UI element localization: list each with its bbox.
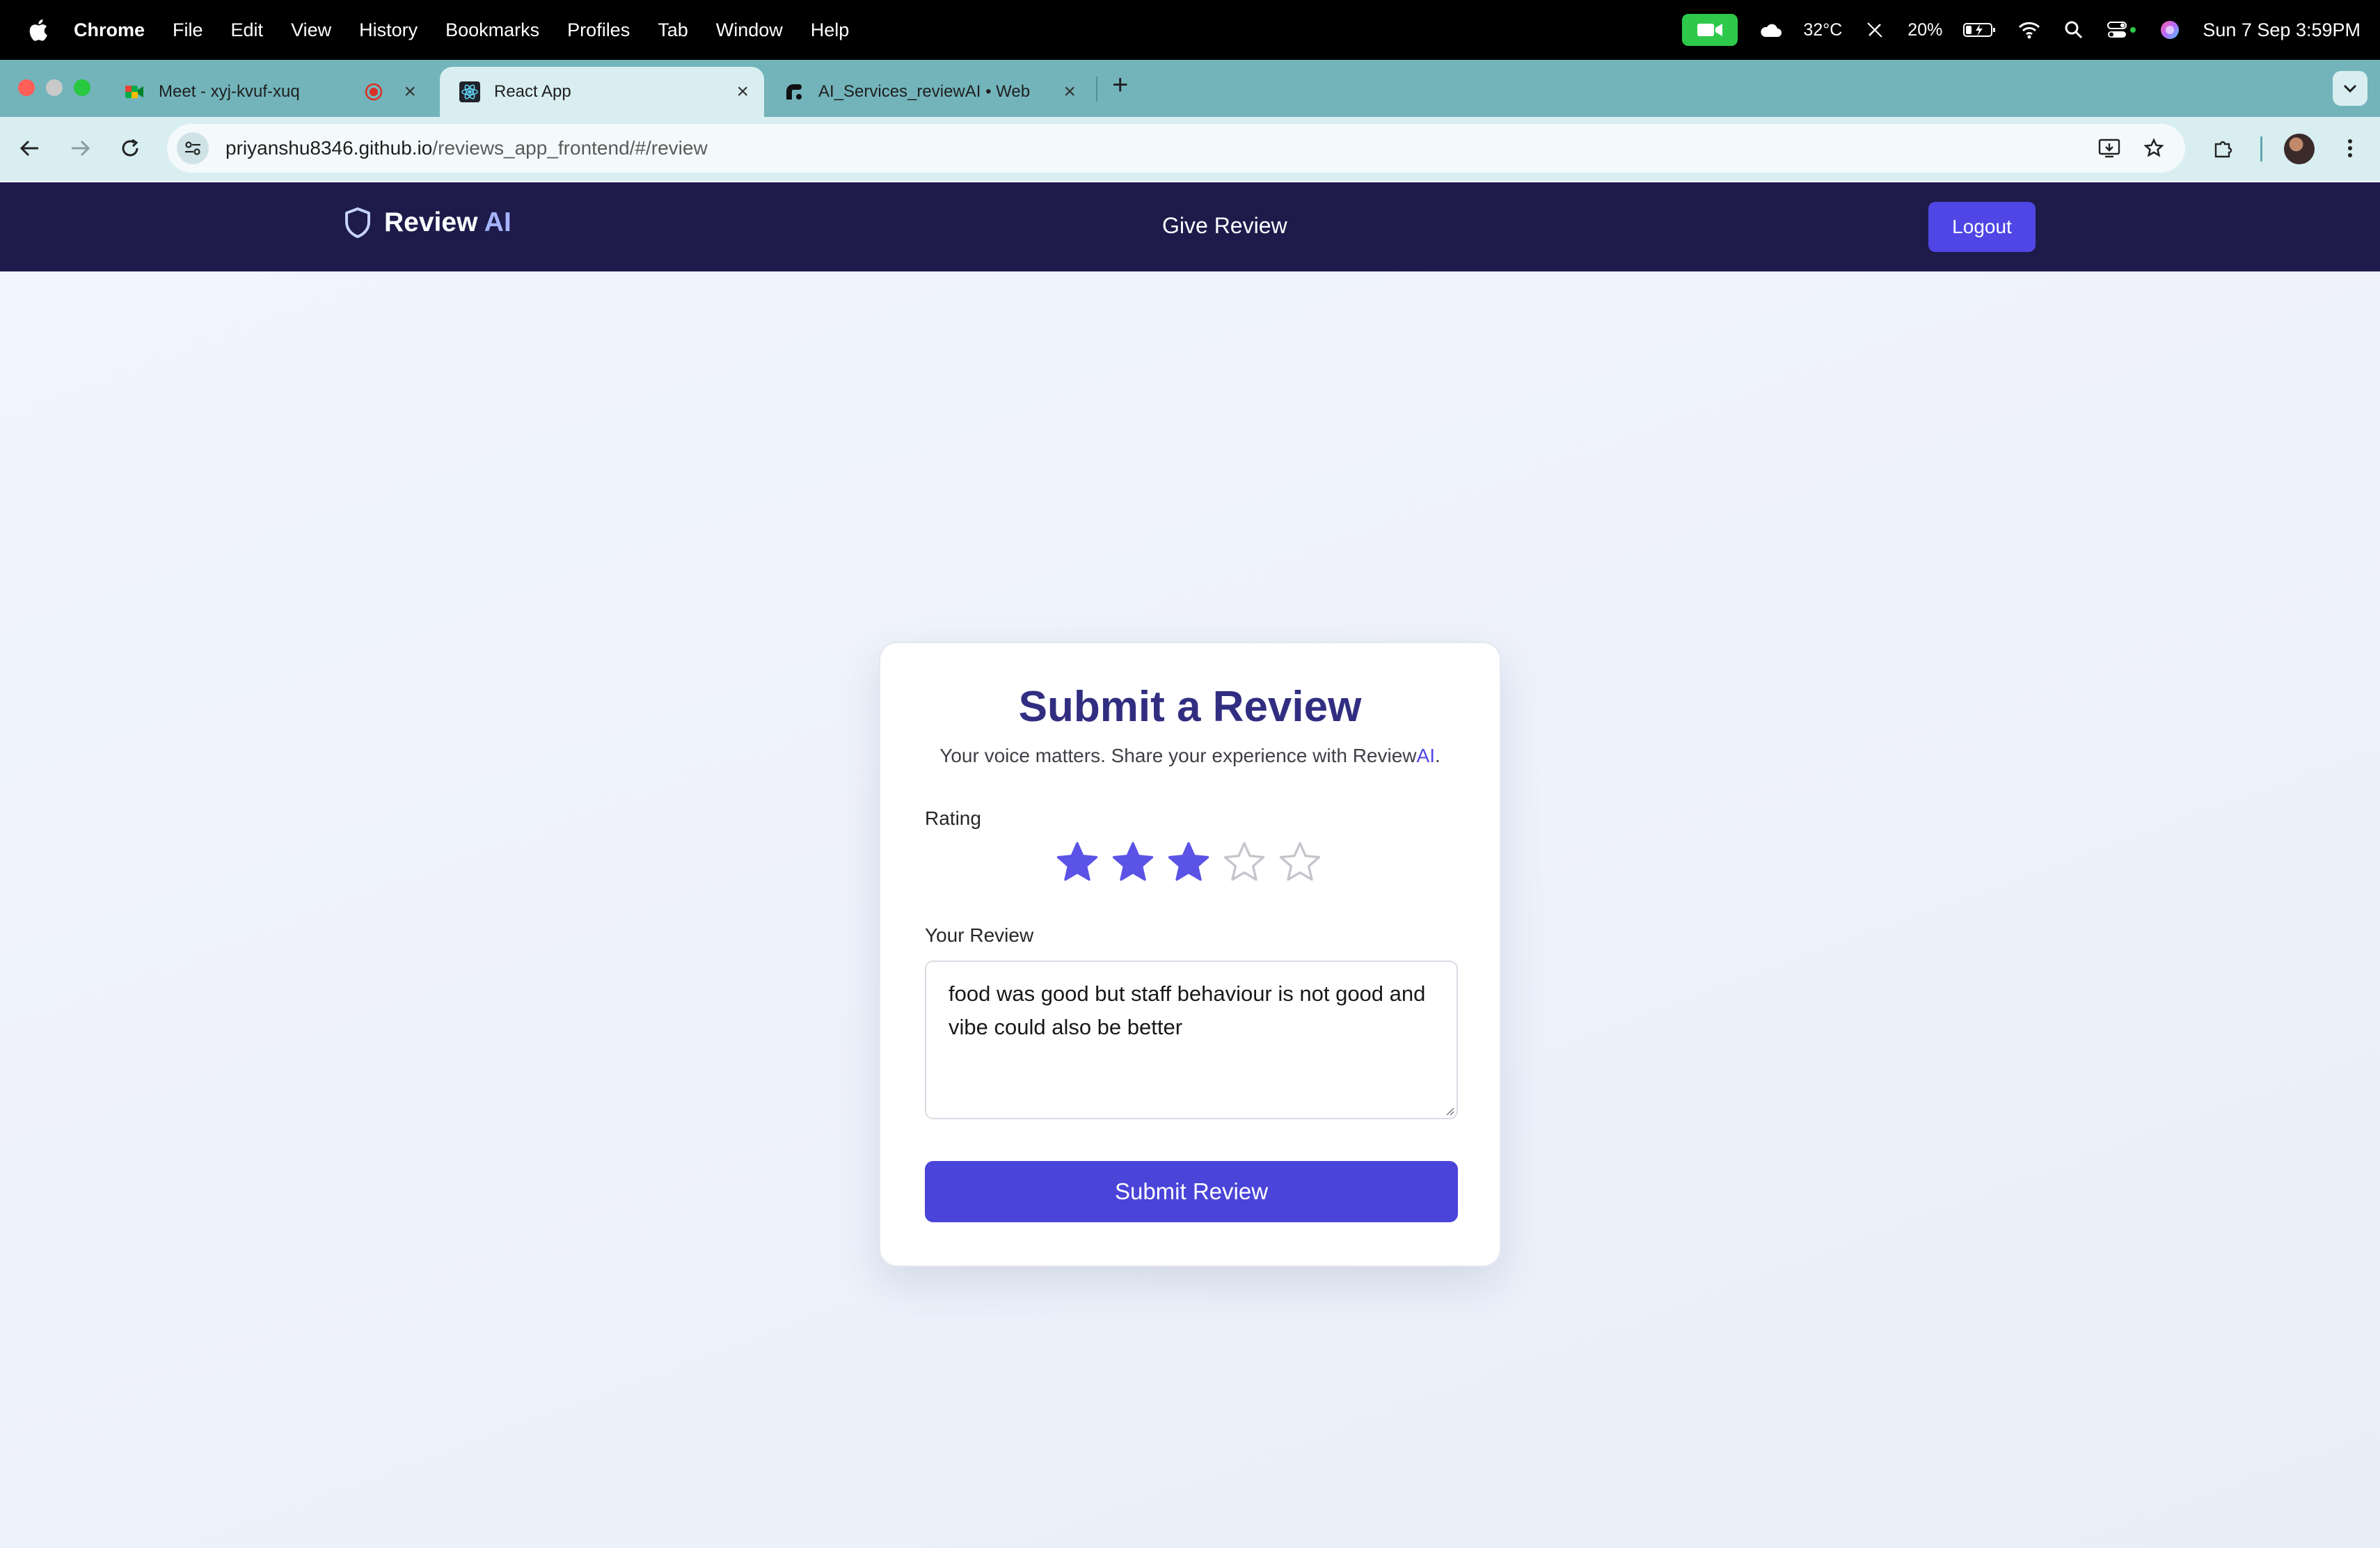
battery-charging-icon[interactable] (1963, 18, 1997, 42)
close-tab-icon[interactable]: × (404, 80, 416, 104)
window-zoom-button[interactable] (74, 79, 90, 96)
form-subtitle: Your voice matters. Share your experienc… (880, 745, 1500, 767)
menu-profiles[interactable]: Profiles (567, 19, 630, 41)
tab-react-app[interactable]: React App × (440, 67, 764, 117)
toolbar-divider (2260, 136, 2262, 161)
tab-title: AI_Services_reviewAI • Web (818, 82, 1031, 101)
subtitle-text: Your voice matters. Share your experienc… (939, 745, 1417, 766)
tab-meet[interactable]: Meet - xyj-kvuf-xuq × (104, 67, 431, 117)
resize-handle-icon[interactable] (1444, 1105, 1455, 1116)
reload-icon (122, 139, 138, 157)
macos-menu-bar: Chrome File Edit View History Bookmarks … (0, 0, 2380, 60)
recording-indicator-icon (365, 83, 383, 101)
submit-review-button[interactable]: Submit Review (925, 1161, 1458, 1222)
close-tab-icon[interactable]: × (736, 80, 749, 104)
tab-search-button[interactable] (2333, 71, 2367, 106)
menu-edit[interactable]: Edit (231, 19, 264, 41)
brand-ai-text: AI (484, 207, 511, 237)
url-path: /reviews_app_frontend/#/review (432, 137, 708, 159)
window-minimize-button[interactable] (46, 79, 63, 96)
wifi-icon[interactable] (2017, 18, 2041, 42)
spotlight-search-icon[interactable] (2062, 18, 2086, 42)
back-button[interactable] (14, 132, 46, 164)
react-icon (459, 81, 480, 102)
menu-history[interactable]: History (359, 19, 418, 41)
menu-tab[interactable]: Tab (658, 19, 688, 41)
brand-name: Review AI (384, 207, 511, 238)
tab-render-service[interactable]: AI_Services_reviewAI • Web × (764, 67, 1091, 117)
star-filled-icon[interactable] (1166, 839, 1212, 885)
extensions-button[interactable] (2207, 132, 2239, 164)
tab-title: React App (494, 82, 571, 101)
star-empty-icon[interactable] (1277, 839, 1323, 885)
menu-file[interactable]: File (173, 19, 203, 41)
url-host: priyanshu8346.github.io (225, 137, 433, 159)
clock[interactable]: Sun 7 Sep 3:59PM (2203, 19, 2361, 41)
window-close-button[interactable] (18, 79, 35, 96)
form-title: Submit a Review (1018, 683, 1362, 731)
star-outline-icon (2143, 138, 2164, 157)
control-center-icon[interactable] (2107, 18, 2137, 42)
address-bar[interactable]: priyanshu8346.github.io/reviews_app_fron… (167, 124, 2185, 173)
star-filled-icon[interactable] (1054, 839, 1100, 885)
weather-cloud-icon[interactable] (1759, 18, 1782, 42)
star-filled-icon[interactable] (1110, 839, 1156, 885)
apple-logo-icon[interactable] (26, 17, 49, 42)
bookmark-button[interactable] (2138, 132, 2170, 164)
siri-icon[interactable] (2158, 18, 2182, 42)
weather-temp: 32°C (1803, 19, 1843, 40)
close-tab-icon[interactable]: × (1063, 80, 1076, 104)
battery-percent: 20% (1907, 19, 1943, 40)
render-icon (786, 84, 802, 100)
chrome-menu-button[interactable] (2334, 132, 2366, 164)
arrow-right-icon (72, 140, 90, 157)
meet-icon (125, 86, 143, 98)
tab-title: Meet - xyj-kvuf-xuq (159, 82, 300, 101)
status-area: 32°C 20% Sun 7 Sep 3:59PM (1682, 0, 2361, 60)
chevron-down-icon (2343, 84, 2357, 93)
menu-view[interactable]: View (291, 19, 331, 41)
pen-slash-icon[interactable] (1863, 18, 1887, 42)
profile-avatar[interactable] (2284, 134, 2315, 164)
arrow-left-icon (19, 140, 38, 157)
install-icon (2098, 139, 2120, 158)
puzzle-icon (2214, 141, 2232, 158)
star-rating[interactable] (1054, 839, 1323, 885)
brand-name-text: Review (384, 207, 478, 237)
star-empty-icon[interactable] (1221, 839, 1267, 885)
url-text[interactable]: priyanshu8346.github.io/reviews_app_fron… (225, 137, 708, 159)
brand-logo[interactable]: Review AI (344, 207, 511, 239)
nav-give-review-link[interactable]: Give Review (1162, 213, 1287, 239)
logout-button[interactable]: Logout (1928, 202, 2036, 252)
camera-in-use-icon[interactable] (1682, 14, 1738, 46)
menu-window[interactable]: Window (716, 19, 783, 41)
site-info-button[interactable] (177, 132, 209, 164)
install-app-button[interactable] (2093, 132, 2125, 164)
tune-icon (185, 141, 200, 155)
more-vertical-icon (2348, 139, 2352, 157)
subtitle-period: . (1434, 745, 1441, 766)
rating-label: Rating (925, 807, 981, 829)
new-tab-button[interactable]: + (1112, 70, 1128, 101)
menu-app-chrome[interactable]: Chrome (74, 19, 145, 41)
menu-bookmarks[interactable]: Bookmarks (445, 19, 539, 41)
review-label: Your Review (925, 924, 1034, 946)
reload-button[interactable] (114, 132, 146, 164)
review-textarea[interactable]: food was good but staff behaviour is not… (925, 961, 1458, 1119)
subtitle-ai: AI (1416, 745, 1435, 766)
forward-button[interactable] (64, 132, 96, 164)
tab-separator (1096, 77, 1097, 102)
menu-help[interactable]: Help (811, 19, 850, 41)
review-form-card: Submit a Review Your voice matters. Shar… (879, 642, 1501, 1267)
shield-icon (345, 207, 370, 238)
